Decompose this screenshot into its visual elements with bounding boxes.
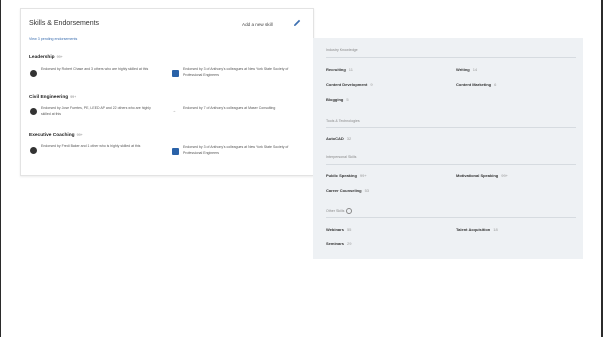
skill-item-count: 29 [347,241,352,246]
endorsement-text: Endorsed by Robert Chase and 3 others wh… [41,67,149,71]
skill-item-motivational-speaking[interactable]: Motivational Speaking 99+ [456,173,508,178]
section-divider [326,57,576,58]
section-divider [326,217,576,218]
skill-item-count: 99+ [359,173,367,178]
colleague-endorsement-text: Endorsed by 7 of Anthony's colleagues at… [183,106,276,110]
skill-item-count: 18 [493,227,498,232]
add-skill-button[interactable]: Add a new skill [242,22,273,27]
frame-left-border [0,0,1,337]
info-icon[interactable] [346,208,353,214]
skill-item-label[interactable]: Career Counseling [326,188,362,193]
avatar[interactable] [30,70,37,77]
skill-item-label[interactable]: Content Development [326,82,367,87]
skill-name-text[interactable]: Civil Engineering [29,95,68,100]
skill-item-recruiting[interactable]: Recruiting 11 [326,67,353,72]
skill-item-public-speaking[interactable]: Public Speaking 99+ [326,173,367,178]
view-pending-endorsements-link[interactable]: View 3 pending endorsements [29,37,77,41]
company-logo-icon[interactable] [172,148,179,155]
skill-item-webinars[interactable]: Webinars 55 [326,227,351,232]
skill-name-text[interactable]: Leadership [29,55,55,60]
skill-item-label[interactable]: Public Speaking [326,173,357,178]
skill-item-count: 11 [348,67,353,72]
company-logo-icon[interactable] [172,70,179,77]
skill-item-blogging[interactable]: Blogging 5 [326,97,349,102]
skill-item-talent-acquisition[interactable]: Talent Acquisition 18 [456,227,498,232]
skill-item-label[interactable]: Blogging [326,97,343,102]
skill-item-count: 55 [346,227,352,232]
skill-count: 99+ [76,133,83,137]
colleague-endorsement-text: Endorsed by 3 of Anthony's colleagues at… [183,145,289,155]
arrow-icon: → [172,108,176,113]
skill-entry-civil-engineering: Civil Engineering 99+ [29,95,309,100]
section-title-interpersonal-skills: Interpersonal Skills [326,155,357,159]
skill-item-count: 14 [472,67,478,72]
skill-item-label[interactable]: Talent Acquisition [456,227,490,232]
skill-item-label[interactable]: Recruiting [326,67,346,72]
skill-item-label[interactable]: Seminars [326,241,344,246]
section-divider [326,164,576,165]
avatar[interactable] [30,147,37,154]
skill-item-content-development[interactable]: Content Development 9 [326,82,373,87]
skill-name-text[interactable]: Executive Coaching [29,133,75,138]
skill-item-writing[interactable]: Writing 14 [456,67,477,72]
section-divider [326,127,576,128]
colleague-endorsement-text: Endorsed by 3 of Anthony's colleagues at… [183,67,289,77]
endorsement-text: Endorsed by Fredi Baker and 1 other who … [41,144,141,148]
skill-item-career-counseling[interactable]: Career Counseling 53 [326,188,369,193]
skill-entry-executive-coaching: Executive Coaching 99+ [29,133,309,138]
section-title-tools-technologies: Tools & Technologies [326,119,360,123]
skill-name[interactable]: Executive Coaching 99+ [29,133,309,138]
skill-count: 99+ [70,95,77,99]
skill-name[interactable]: Civil Engineering 99+ [29,95,309,100]
skill-item-count: 5 [346,97,349,102]
section-title-text: Other Skills [326,208,345,213]
skill-item-count: 6 [494,82,497,87]
skill-item-label[interactable]: Motivational Speaking [456,173,498,178]
skill-item-count: 53 [364,188,370,193]
skills-endorsements-card: Skills & Endorsements Add a new skill Vi… [20,8,314,176]
avatar[interactable] [30,108,37,115]
skill-item-count: 32 [346,136,352,141]
skill-count: 99+ [56,55,63,59]
skill-item-label[interactable]: Writing [456,67,470,72]
skills-categories-panel: Industry Knowledge Recruiting 11 Writing 1… [313,38,583,259]
card-title: Skills & Endorsements [29,20,100,27]
section-title-industry-knowledge: Industry Knowledge [326,48,358,52]
skill-item-label[interactable]: AutoCAD [326,136,344,141]
pencil-icon[interactable] [292,18,302,28]
section-title-other-skills: Other Skills [326,208,353,214]
skill-item-count: 99+ [501,173,509,178]
skill-item-autocad[interactable]: AutoCAD 32 [326,136,351,141]
skill-item-label[interactable]: Webinars [326,227,344,232]
skill-name[interactable]: Leadership 99+ [29,55,309,60]
skill-item-count: 9 [370,82,373,87]
skill-entry-leadership: Leadership 99+ [29,55,309,60]
skill-item-seminars[interactable]: Seminars 29 [326,241,351,246]
skill-item-label[interactable]: Content Marketing [456,82,491,87]
endorsement-text: Endorsed by Jose Fuertes, PE, LEED AP an… [41,106,151,116]
skill-item-content-marketing[interactable]: Content Marketing 6 [456,82,496,87]
